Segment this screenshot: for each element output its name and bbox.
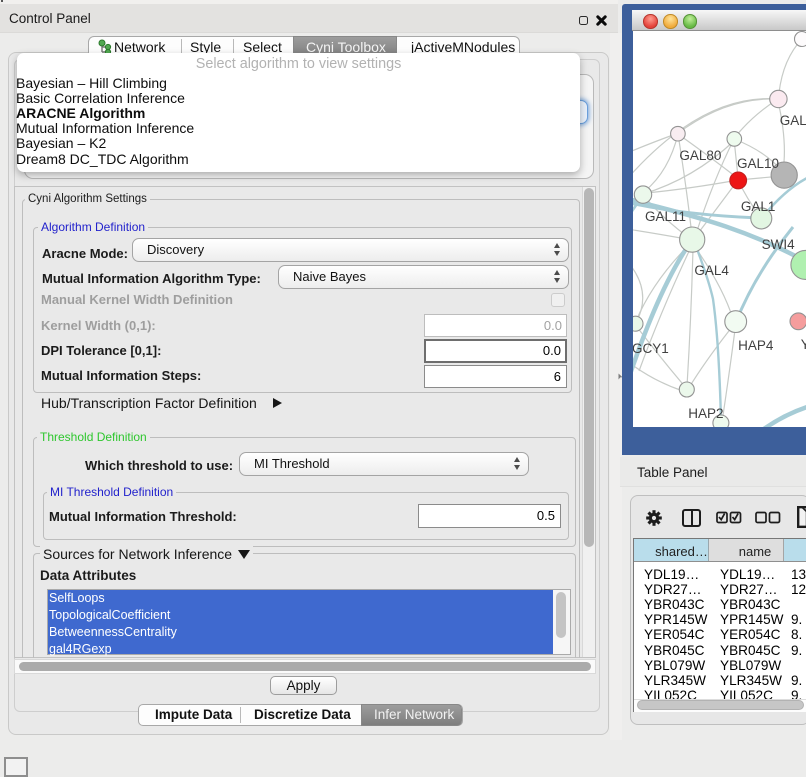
svg-text:Y: Y	[801, 337, 806, 352]
svg-text:HAP4: HAP4	[738, 338, 774, 353]
svg-text:GCY1: GCY1	[633, 341, 669, 356]
svg-text:GAL4: GAL4	[694, 263, 729, 278]
svg-text:GAL80: GAL80	[679, 148, 721, 163]
svg-text:GAL11: GAL11	[645, 209, 686, 224]
svg-text:GAL1: GAL1	[741, 199, 776, 214]
svg-text:GAL8: GAL8	[780, 113, 806, 128]
svg-text:HAP2: HAP2	[688, 406, 723, 421]
svg-text:GAL10: GAL10	[737, 156, 779, 171]
svg-text:SWI4: SWI4	[762, 237, 795, 252]
